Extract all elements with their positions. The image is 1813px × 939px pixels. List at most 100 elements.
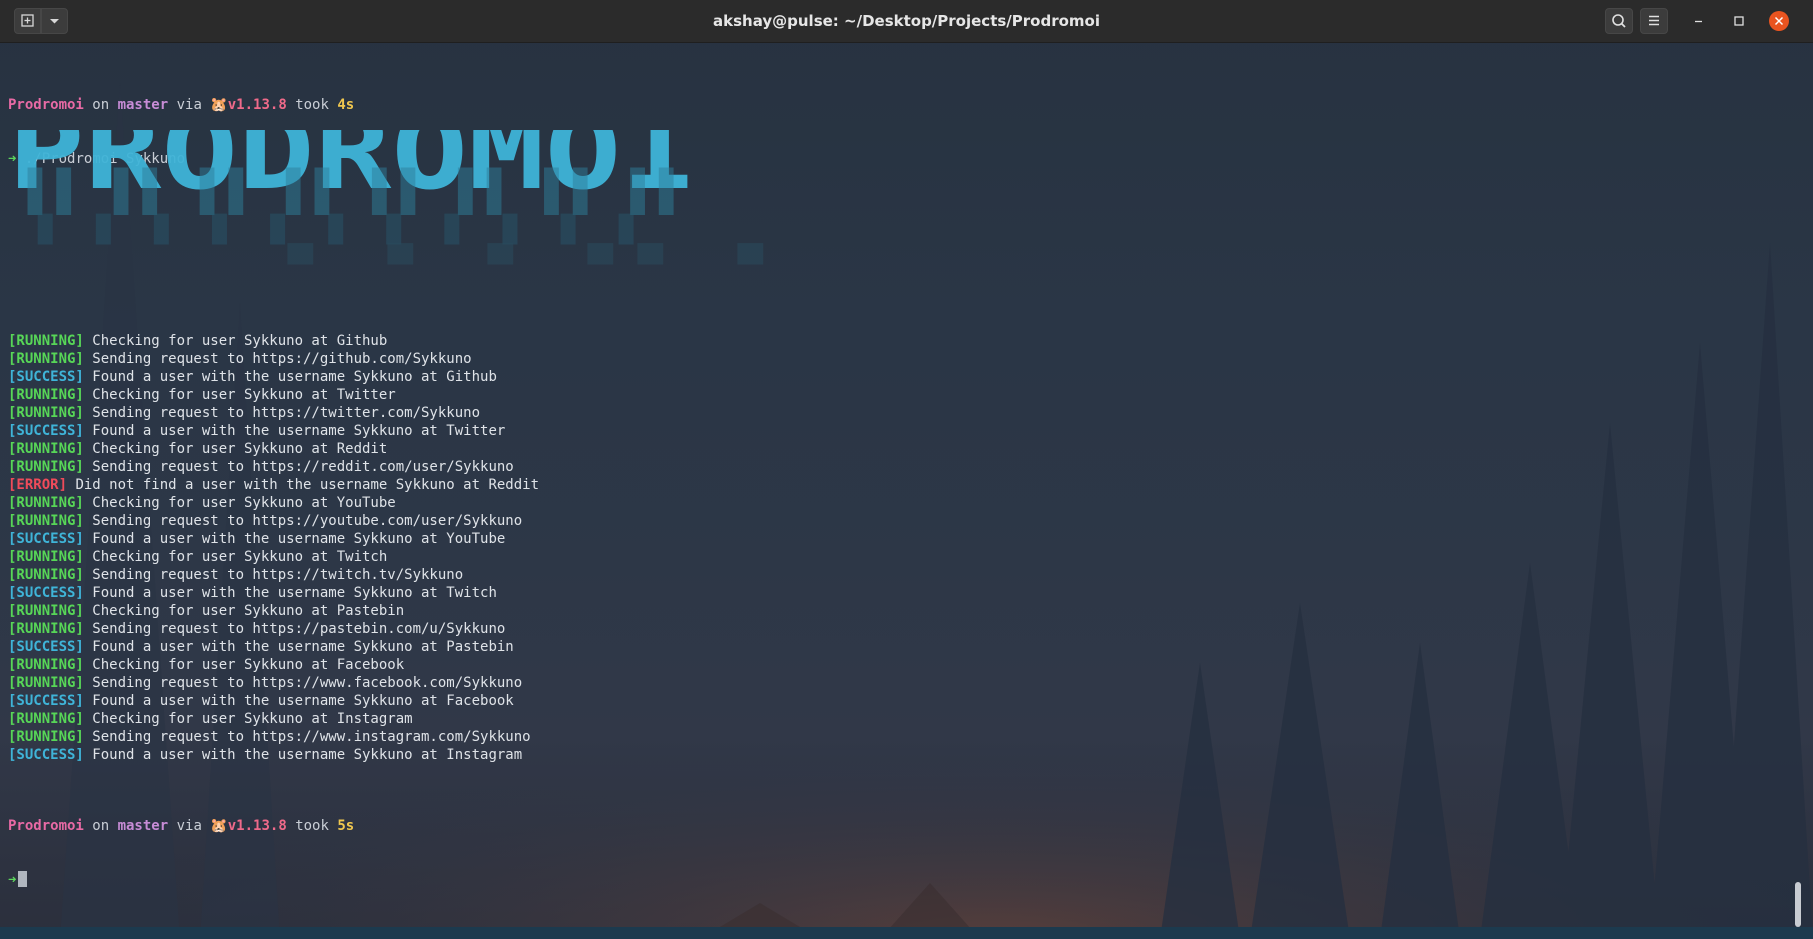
gopher-icon: 🐹 (210, 97, 228, 113)
text-cursor (18, 871, 28, 887)
prompt-line: Prodromoi on master via 🐹v1.13.8 took 5s (8, 817, 354, 835)
log-status-tag: [RUNNING] (8, 657, 84, 673)
log-status-tag: [ERROR] (8, 477, 68, 493)
menu-button[interactable] (1640, 8, 1668, 34)
prompt-on: on (83, 818, 118, 834)
log-message: Checking for user Sykkuno at Pastebin (83, 603, 405, 619)
log-message: Found a user with the username Sykkuno a… (83, 747, 523, 763)
prompt-block-2: Prodromoi on master via 🐹v1.13.8 took 5s… (8, 781, 354, 925)
log-status-tag: [SUCCESS] (8, 369, 84, 385)
hamburger-menu-icon (1649, 15, 1659, 26)
prompt-directory: Prodromoi (8, 818, 84, 834)
desktop-wallpaper-strip (0, 927, 1813, 939)
log-line: [RUNNING] Checking for user Sykkuno at Y… (8, 494, 539, 512)
log-line: [RUNNING] Sending request to https://www… (8, 674, 539, 692)
prompt-arrow-icon: ➜ (8, 872, 17, 888)
log-status-tag: [RUNNING] (8, 711, 84, 727)
log-status-tag: [SUCCESS] (8, 639, 84, 655)
log-message: Checking for user Sykkuno at Reddit (83, 441, 388, 457)
log-line: [SUCCESS] Found a user with the username… (8, 368, 539, 386)
log-message: Checking for user Sykkuno at Facebook (83, 657, 405, 673)
prompt-version: v1.13.8 (227, 818, 287, 834)
log-line: [RUNNING] Checking for user Sykkuno at T… (8, 548, 539, 566)
log-message: Found a user with the username Sykkuno a… (83, 693, 514, 709)
minimize-icon (1695, 20, 1702, 23)
prompt-via: via (168, 818, 211, 834)
log-line: [RUNNING] Checking for user Sykkuno at I… (8, 710, 539, 728)
close-button[interactable] (1768, 10, 1790, 32)
log-message: Found a user with the username Sykkuno a… (83, 423, 506, 439)
log-line: [ERROR] Did not find a user with the use… (8, 476, 539, 494)
window-title: akshay@pulse: ~/Desktop/Projects/Prodrom… (713, 12, 1100, 30)
prompt-via: via (168, 97, 211, 113)
log-status-tag: [RUNNING] (8, 675, 84, 691)
log-status-tag: [SUCCESS] (8, 693, 84, 709)
log-status-tag: [SUCCESS] (8, 585, 84, 601)
log-line: [RUNNING] Checking for user Sykkuno at G… (8, 332, 539, 350)
log-status-tag: [RUNNING] (8, 495, 84, 511)
log-message: Checking for user Sykkuno at Twitter (83, 387, 396, 403)
log-line: [SUCCESS] Found a user with the username… (8, 422, 539, 440)
search-icon (1612, 14, 1626, 28)
search-button[interactable] (1605, 8, 1633, 34)
prompt-branch: master (117, 818, 169, 834)
log-message: Sending request to https://pastebin.com/… (83, 621, 506, 637)
log-line: [RUNNING] Sending request to https://twi… (8, 566, 539, 584)
log-output: [RUNNING] Checking for user Sykkuno at G… (8, 332, 539, 764)
log-status-tag: [RUNNING] (8, 513, 84, 529)
log-status-tag: [RUNNING] (8, 387, 84, 403)
command-line[interactable]: ➜ (8, 871, 354, 889)
log-status-tag: [RUNNING] (8, 333, 84, 349)
log-line: [RUNNING] Sending request to https://you… (8, 512, 539, 530)
log-message: Checking for user Sykkuno at Github (83, 333, 388, 349)
banner-drip-2: ▌ ▌ ▌ ▌ ▌ ▌ ▌ ▌ ▌ ▌ ▌ (36, 213, 648, 245)
log-message: Found a user with the username Sykkuno a… (83, 531, 506, 547)
prompt-duration: 4s (337, 97, 355, 113)
log-message: Found a user with the username Sykkuno a… (83, 639, 514, 655)
log-status-tag: [SUCCESS] (8, 531, 84, 547)
prompt-directory: Prodromoi (8, 97, 84, 113)
log-line: [SUCCESS] Found a user with the username… (8, 638, 539, 656)
scrollbar-thumb[interactable] (1795, 882, 1801, 927)
log-line: [RUNNING] Checking for user Sykkuno at T… (8, 386, 539, 404)
log-status-tag: [SUCCESS] (8, 747, 84, 763)
log-message: Sending request to https://reddit.com/us… (83, 459, 514, 475)
log-message: Sending request to https://youtube.com/u… (83, 513, 523, 529)
log-line: [RUNNING] Sending request to https://git… (8, 350, 539, 368)
log-line: [RUNNING] Sending request to https://red… (8, 458, 539, 476)
log-message: Checking for user Sykkuno at YouTube (83, 495, 396, 511)
prompt-branch: master (117, 97, 169, 113)
prompt-version: v1.13.8 (227, 97, 287, 113)
prompt-took: took (286, 818, 338, 834)
log-line: [SUCCESS] Found a user with the username… (8, 530, 539, 548)
log-status-tag: [RUNNING] (8, 405, 84, 421)
gopher-icon: 🐹 (210, 818, 228, 834)
log-status-tag: [RUNNING] (8, 729, 84, 745)
log-message: Checking for user Sykkuno at Instagram (83, 711, 413, 727)
log-line: [RUNNING] Sending request to https://twi… (8, 404, 539, 422)
log-line: [RUNNING] Checking for user Sykkuno at P… (8, 602, 539, 620)
banner-drip-1: ▌▌ ▌▌ ▌▌ ▌▌ ▌▌ ▌▌ ▌▌ ▌▌ (27, 167, 688, 215)
log-message: Checking for user Sykkuno at Twitch (83, 549, 388, 565)
log-line: [SUCCESS] Found a user with the username… (8, 746, 539, 764)
log-message: Found a user with the username Sykkuno a… (83, 369, 497, 385)
maximize-icon (1734, 16, 1744, 26)
log-message: Sending request to https://www.facebook.… (83, 675, 523, 691)
terminal-window: akshay@pulse: ~/Desktop/Projects/Prodrom… (0, 0, 1813, 939)
log-status-tag: [RUNNING] (8, 351, 84, 367)
log-line: [RUNNING] Sending request to https://www… (8, 728, 539, 746)
log-message: Sending request to https://github.com/Sy… (83, 351, 472, 367)
log-line: [RUNNING] Checking for user Sykkuno at R… (8, 440, 539, 458)
log-status-tag: [SUCCESS] (8, 423, 84, 439)
log-status-tag: [RUNNING] (8, 441, 84, 457)
close-icon (1774, 16, 1784, 26)
log-message: Sending request to https://twitch.tv/Syk… (83, 567, 464, 583)
log-line: [SUCCESS] Found a user with the username… (8, 692, 539, 710)
prodromoi-ascii-banner: PRODROMOI ▌▌ ▌▌ ▌▌ ▌▌ ▌▌ ▌▌ ▌▌ ▌▌ ▌ ▌ ▌ … (8, 130, 788, 265)
maximize-button[interactable] (1728, 10, 1750, 32)
prompt-took: took (286, 97, 338, 113)
log-status-tag: [RUNNING] (8, 621, 84, 637)
prompt-on: on (83, 97, 118, 113)
log-status-tag: [RUNNING] (8, 459, 84, 475)
minimize-button[interactable] (1688, 10, 1710, 32)
